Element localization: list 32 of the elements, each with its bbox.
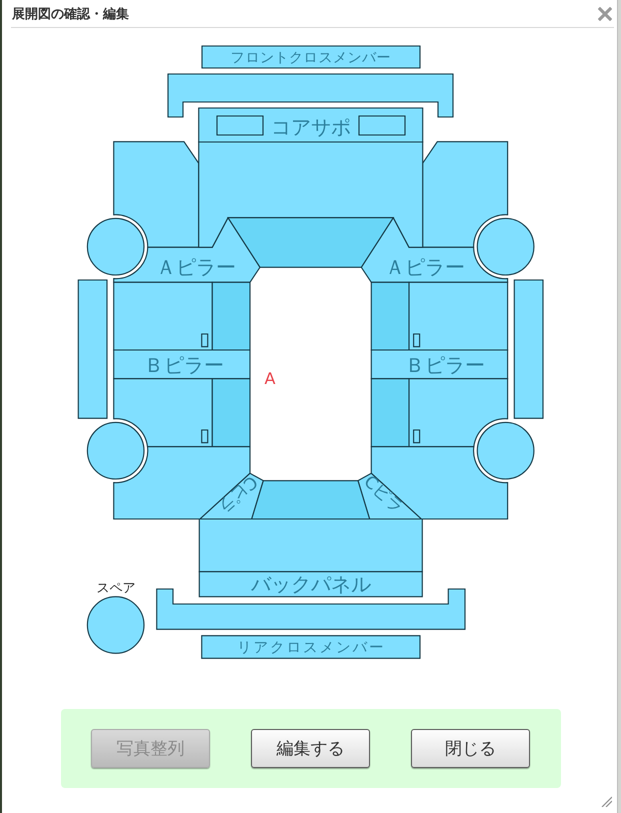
- door-window-strip: [212, 378, 251, 448]
- door-window-strip: [370, 282, 410, 351]
- part-label: Ａピラー: [385, 255, 465, 279]
- door-handle-icon: [413, 333, 420, 348]
- door-handle-icon: [413, 429, 420, 444]
- part-label: バックパネル: [251, 572, 371, 596]
- door-handle-icon: [201, 429, 208, 444]
- wheel-disc: [86, 218, 145, 276]
- part-label: Cピラ: [360, 472, 408, 518]
- marker-label: A: [264, 369, 276, 388]
- wheel-disc: [86, 422, 145, 480]
- part-label: Ａピラー: [156, 255, 236, 279]
- close-icon[interactable]: [598, 6, 612, 20]
- spare-label: スペア: [96, 581, 136, 596]
- headlight-panel: [216, 115, 264, 136]
- door-window-strip: [370, 378, 410, 448]
- door-handle-icon: [201, 333, 208, 348]
- part-label: Ｂピラー: [144, 353, 224, 377]
- action-button[interactable]: 編集する: [251, 729, 370, 768]
- part-label: Cピラ: [214, 471, 262, 517]
- wheel-disc: [476, 218, 534, 276]
- wheel-disc: [476, 422, 534, 480]
- part-label: Ｂピラー: [405, 353, 485, 377]
- window-title: 展開図の確認・編集: [11, 6, 129, 22]
- door-window-strip: [212, 282, 251, 351]
- part-label: コアサポ: [271, 115, 351, 139]
- part-label: リアクロスメンバー: [236, 640, 386, 656]
- action-button[interactable]: 閉じる: [411, 729, 530, 768]
- part-label: フロントクロスメンバー: [230, 50, 392, 66]
- spare-tire-disc: [86, 596, 145, 654]
- resize-grip-icon[interactable]: [601, 796, 612, 807]
- headlight-panel: [358, 115, 406, 136]
